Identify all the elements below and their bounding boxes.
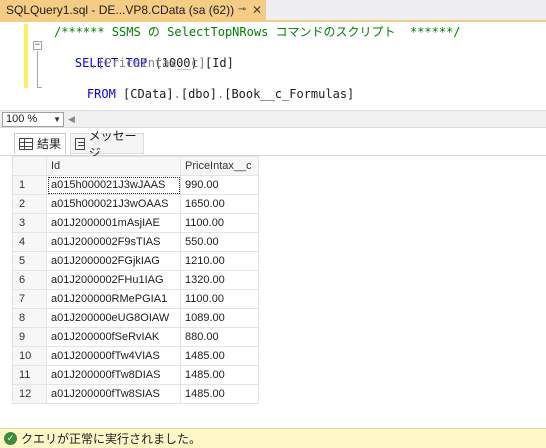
chevron-down-icon: ▼ [53,115,61,124]
query-status-bar: ✓ クエリが正常に実行されました。 [0,428,546,448]
row-number-cell[interactable]: 6 [12,270,47,290]
table-row[interactable]: 3 a01J2000001mAsjIAE 1100.00 [12,213,259,233]
zoom-value: 100 % [6,113,38,125]
fold-guide [37,51,38,88]
code-select-line: SELECT TOP (1000) [Id] [46,39,234,70]
tab-results[interactable]: 結果 [14,133,66,154]
collapse-icon[interactable]: − [33,41,42,50]
code-comment-line: /****** SSMS の SelectTopNRows コマンドのスクリプト… [54,25,461,39]
row-number-cell[interactable]: 9 [12,327,47,347]
status-text: クエリが正常に実行されました。 [21,432,202,446]
query-editor[interactable]: − /****** SSMS の SelectTopNRows コマンドのスクリ… [0,22,546,110]
table-row[interactable]: 9 a01J200000fSeRvIAK 880.00 [12,327,259,347]
id-cell[interactable]: a01J200000fSeRvIAK [46,327,181,347]
id-cell[interactable]: a01J200000fTw8SIAS [46,384,181,404]
table-row[interactable]: 8 a01J200000eUG8OIAW 1089.00 [12,308,259,328]
table-row[interactable]: 11 a01J200000fTw8DIAS 1485.00 [12,365,259,385]
results-tab-strip: 結果 メッセージ [0,128,546,160]
id-cell[interactable]: a01J200000RMePGIA1 [46,289,181,309]
editor-gutter [0,22,24,110]
table-row[interactable]: 5 a01J2000002FGjkIAG 1210.00 [12,251,259,271]
priceintax-cell[interactable]: 550.00 [180,232,259,252]
results-grid-pane: Id PriceIntax__c 1 a015h000021J3wJAAS 990.… [0,156,546,428]
priceintax-cell[interactable]: 1485.00 [180,384,259,404]
message-icon [75,137,85,150]
id-cell[interactable]: a01J2000002FHu1IAG [46,270,181,290]
tab-results-label: 結果 [37,137,62,151]
priceintax-cell[interactable]: 1650.00 [180,194,259,214]
zoom-select[interactable]: 100 % ▼ [2,112,64,127]
document-tab-bar: SQLQuery1.sql - DE...VP8.CData (sa (62))… [0,0,546,22]
id-cell[interactable]: a015h000021J3wJAAS [46,175,181,195]
id-cell[interactable]: a01J200000fTw8DIAS [46,365,181,385]
grid-icon [19,137,33,150]
grid-body: 1 a015h000021J3wJAAS 990.00 2 a015h000021J3w… [12,175,259,404]
column-header-id[interactable]: Id [46,156,181,176]
priceintax-cell[interactable]: 1100.00 [180,213,259,233]
row-number-header[interactable] [12,156,47,176]
row-number-cell[interactable]: 4 [12,232,47,252]
table-row[interactable]: 2 a015h000021J3wOAAS 1650.00 [12,194,259,214]
scroll-left-icon[interactable]: ◀ [68,114,75,125]
table-part-db: [CData] [123,87,174,101]
change-indicator-bar [24,24,28,88]
editor-zoom-bar: 100 % ▼ ◀ [0,110,546,128]
code-column-line: ,[PriceIntax__c] [90,56,206,70]
priceintax-cell[interactable]: 990.00 [180,175,259,195]
row-number-cell[interactable]: 10 [12,346,47,366]
table-row[interactable]: 6 a01J2000002FHu1IAG 1320.00 [12,270,259,290]
column-header-priceintax[interactable]: PriceIntax__c [180,156,259,176]
row-number-cell[interactable]: 11 [12,365,47,385]
table-row[interactable]: 1 a015h000021J3wJAAS 990.00 [12,175,259,195]
id-cell[interactable]: a01J200000eUG8OIAW [46,308,181,328]
code-from-line: FROM [CData].[dbo].[Book__c_Formulas] [58,70,354,101]
table-part-name: [Book__c_Formulas] [224,87,355,101]
id-cell[interactable]: a01J2000002F9sTIAS [46,232,181,252]
row-number-cell[interactable]: 12 [12,384,47,404]
id-cell[interactable]: a01J2000002FGjkIAG [46,251,181,271]
id-cell[interactable]: a015h000021J3wOAAS [46,194,181,214]
row-number-cell[interactable]: 3 [12,213,47,233]
row-number-cell[interactable]: 2 [12,194,47,214]
priceintax-cell[interactable]: 1485.00 [180,346,259,366]
results-grid: Id PriceIntax__c 1 a015h000021J3wJAAS 990.… [12,156,259,404]
table-part-dot-1: . [173,87,181,101]
row-number-cell[interactable]: 8 [12,308,47,328]
priceintax-cell[interactable]: 1210.00 [180,251,259,271]
row-number-cell[interactable]: 1 [12,175,47,195]
row-number-cell[interactable]: 7 [12,289,47,309]
priceintax-cell[interactable]: 1089.00 [180,308,259,328]
close-icon[interactable]: ✕ [250,3,264,17]
id-cell[interactable]: a01J200000fTw4VIAS [46,346,181,366]
query-tab-title: SQLQuery1.sql - DE...VP8.CData (sa (62)) [6,3,235,17]
priceintax-cell[interactable]: 1320.00 [180,270,259,290]
tab-messages[interactable]: メッセージ [70,129,144,160]
table-row[interactable]: 12 a01J200000fTw8SIAS 1485.00 [12,384,259,404]
fold-guide-end [37,87,42,88]
priceintax-cell[interactable]: 1100.00 [180,289,259,309]
id-cell[interactable]: a01J2000001mAsjIAE [46,213,181,233]
row-number-cell[interactable]: 5 [12,251,47,271]
success-check-icon: ✓ [4,432,17,445]
priceintax-cell[interactable]: 880.00 [180,327,259,347]
table-part-schema: [dbo] [180,87,217,101]
table-row[interactable]: 7 a01J200000RMePGIA1 1100.00 [12,289,259,309]
priceintax-cell[interactable]: 1485.00 [180,365,259,385]
grid-header-row: Id PriceIntax__c [12,156,259,176]
table-row[interactable]: 10 a01J200000fTw4VIAS 1485.00 [12,346,259,366]
table-row[interactable]: 4 a01J2000002F9sTIAS 550.00 [12,232,259,252]
query-tab[interactable]: SQLQuery1.sql - DE...VP8.CData (sa (62))… [0,0,266,20]
keyword-from: FROM [86,87,116,101]
pin-icon[interactable]: ⊸ [236,4,248,16]
